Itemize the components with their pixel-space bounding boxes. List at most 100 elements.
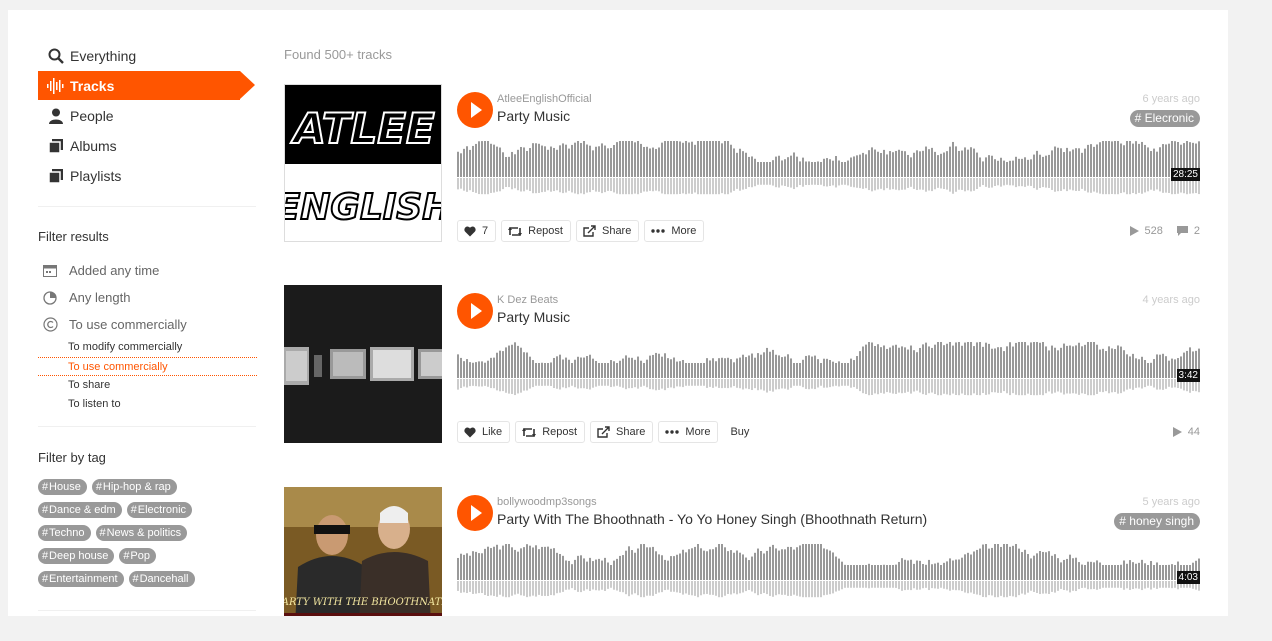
track-artwork[interactable]: PARTY WITH THE BHOOTHNATH: [284, 487, 442, 616]
waveform-reflection: [583, 581, 585, 591]
tag-dancehall[interactable]: # Dancehall: [128, 571, 195, 587]
waveform-reflection: [982, 379, 984, 394]
waveform-reflection: [1033, 379, 1035, 396]
track-artwork[interactable]: ATLEE ENGLISH: [284, 84, 442, 242]
repost-button[interactable]: Repost: [501, 220, 571, 242]
nav-tracks[interactable]: Tracks: [38, 71, 255, 100]
waveform-bar: [883, 149, 885, 177]
waveform-bar: [1141, 141, 1143, 177]
more-button[interactable]: More: [658, 421, 719, 443]
waveform-bar: [799, 363, 801, 378]
waveform-bar: [574, 142, 576, 177]
waveform-reflection: [1165, 178, 1167, 193]
waveform-bar: [712, 141, 714, 177]
waveform-bar: [631, 357, 633, 378]
waveform-bar: [1132, 143, 1134, 177]
tag-electronic[interactable]: # Electronic: [126, 502, 193, 518]
waveform-reflection: [976, 581, 978, 595]
waveform[interactable]: [457, 340, 1200, 400]
waveform-bar: [1102, 348, 1104, 378]
waveform-reflection: [736, 379, 738, 388]
waveform-bar: [523, 147, 525, 177]
like-button[interactable]: 7: [457, 220, 497, 242]
track-title[interactable]: Party With The Bhoothnath - Yo Yo Honey …: [497, 511, 927, 527]
waveform[interactable]: [457, 139, 1200, 199]
waveform-reflection: [466, 178, 468, 192]
waveform-bar: [862, 346, 864, 378]
waveform-reflection: [1144, 379, 1146, 388]
license-option[interactable]: To listen to: [38, 395, 268, 414]
buy-link[interactable]: Buy: [723, 421, 758, 443]
tag-news-politics[interactable]: # News & politics: [95, 525, 188, 541]
share-button[interactable]: Share: [590, 421, 654, 443]
waveform-reflection: [787, 379, 789, 390]
filter-added-time[interactable]: Added any time: [38, 257, 268, 284]
waveform-bar: [946, 151, 948, 177]
waveform-reflection: [721, 379, 723, 389]
waveform-bar: [688, 142, 690, 177]
waveform-bar: [550, 146, 552, 177]
nav-people[interactable]: People: [38, 101, 240, 130]
scrollbar-track[interactable]: [1228, 10, 1256, 616]
tag-deep-house[interactable]: # Deep house: [38, 548, 115, 564]
waveform[interactable]: [457, 542, 1200, 602]
waveform-bar: [922, 150, 924, 177]
waveform-reflection: [1045, 379, 1047, 394]
waveform-bar: [769, 546, 771, 580]
waveform-bar: [1147, 363, 1149, 378]
like-button[interactable]: Like: [457, 421, 511, 443]
share-button[interactable]: Share: [575, 220, 640, 242]
waveform-reflection: [820, 178, 822, 185]
tag-house[interactable]: # House: [38, 479, 87, 495]
waveform-reflection: [655, 379, 657, 391]
tag-entertainment[interactable]: # Entertainment: [38, 571, 124, 587]
waveform-reflection: [967, 581, 969, 594]
license-option[interactable]: To share: [38, 376, 268, 395]
filter-length[interactable]: Any length: [38, 284, 268, 311]
tag-dance-edm[interactable]: # Dance & edm: [38, 502, 122, 518]
more-button[interactable]: More: [644, 220, 705, 242]
track-title[interactable]: Party Music: [497, 108, 570, 124]
waveform-bar: [472, 145, 474, 177]
play-button[interactable]: [457, 92, 493, 128]
nav-albums[interactable]: Albums: [38, 131, 240, 160]
waveform-reflection: [826, 379, 828, 388]
waveform-reflection: [664, 379, 666, 391]
repost-button[interactable]: Repost: [515, 421, 586, 443]
waveform-bar: [853, 565, 855, 580]
track-user[interactable]: bollywoodmp3songs: [497, 496, 597, 508]
waveform-bar: [823, 158, 825, 177]
track-artwork[interactable]: [284, 285, 442, 443]
nav-everything[interactable]: Everything: [38, 41, 240, 70]
waveform-bar: [892, 152, 894, 177]
waveform-bar: [871, 565, 873, 580]
play-button[interactable]: [457, 293, 493, 329]
waveform-reflection: [1159, 178, 1161, 192]
waveform-reflection: [550, 178, 552, 192]
waveform-bar: [1165, 144, 1167, 177]
tag-pop[interactable]: # Pop: [119, 548, 156, 564]
track-title[interactable]: Party Music: [497, 309, 570, 325]
waveform-reflection: [715, 379, 717, 387]
waveform-reflection: [1072, 581, 1074, 591]
waveform-reflection: [604, 581, 606, 591]
license-option-selected[interactable]: To use commercially: [38, 357, 257, 376]
tag-techno[interactable]: # Techno: [38, 525, 91, 541]
play-button[interactable]: [457, 495, 493, 531]
waveform-bar: [796, 547, 798, 580]
waveform-reflection: [511, 581, 513, 596]
track-user[interactable]: K Dez Beats: [497, 294, 558, 306]
waveform-reflection: [631, 178, 633, 195]
waveform-reflection: [733, 379, 735, 387]
waveform-reflection: [958, 178, 960, 190]
track-user[interactable]: AtleeEnglishOfficial: [497, 93, 592, 105]
filter-license[interactable]: To use commercially: [38, 311, 268, 338]
license-option[interactable]: To modify commercially: [38, 338, 268, 357]
waveform-bar: [541, 362, 543, 378]
tag-hip-hop[interactable]: # Hip-hop & rap: [91, 479, 177, 495]
waveform-bar: [676, 554, 678, 580]
waveform-reflection: [490, 379, 492, 389]
track-tag[interactable]: # Elecronic: [1129, 110, 1200, 127]
track-tag[interactable]: # honey singh: [1114, 513, 1200, 530]
nav-playlists[interactable]: Playlists: [38, 161, 240, 190]
